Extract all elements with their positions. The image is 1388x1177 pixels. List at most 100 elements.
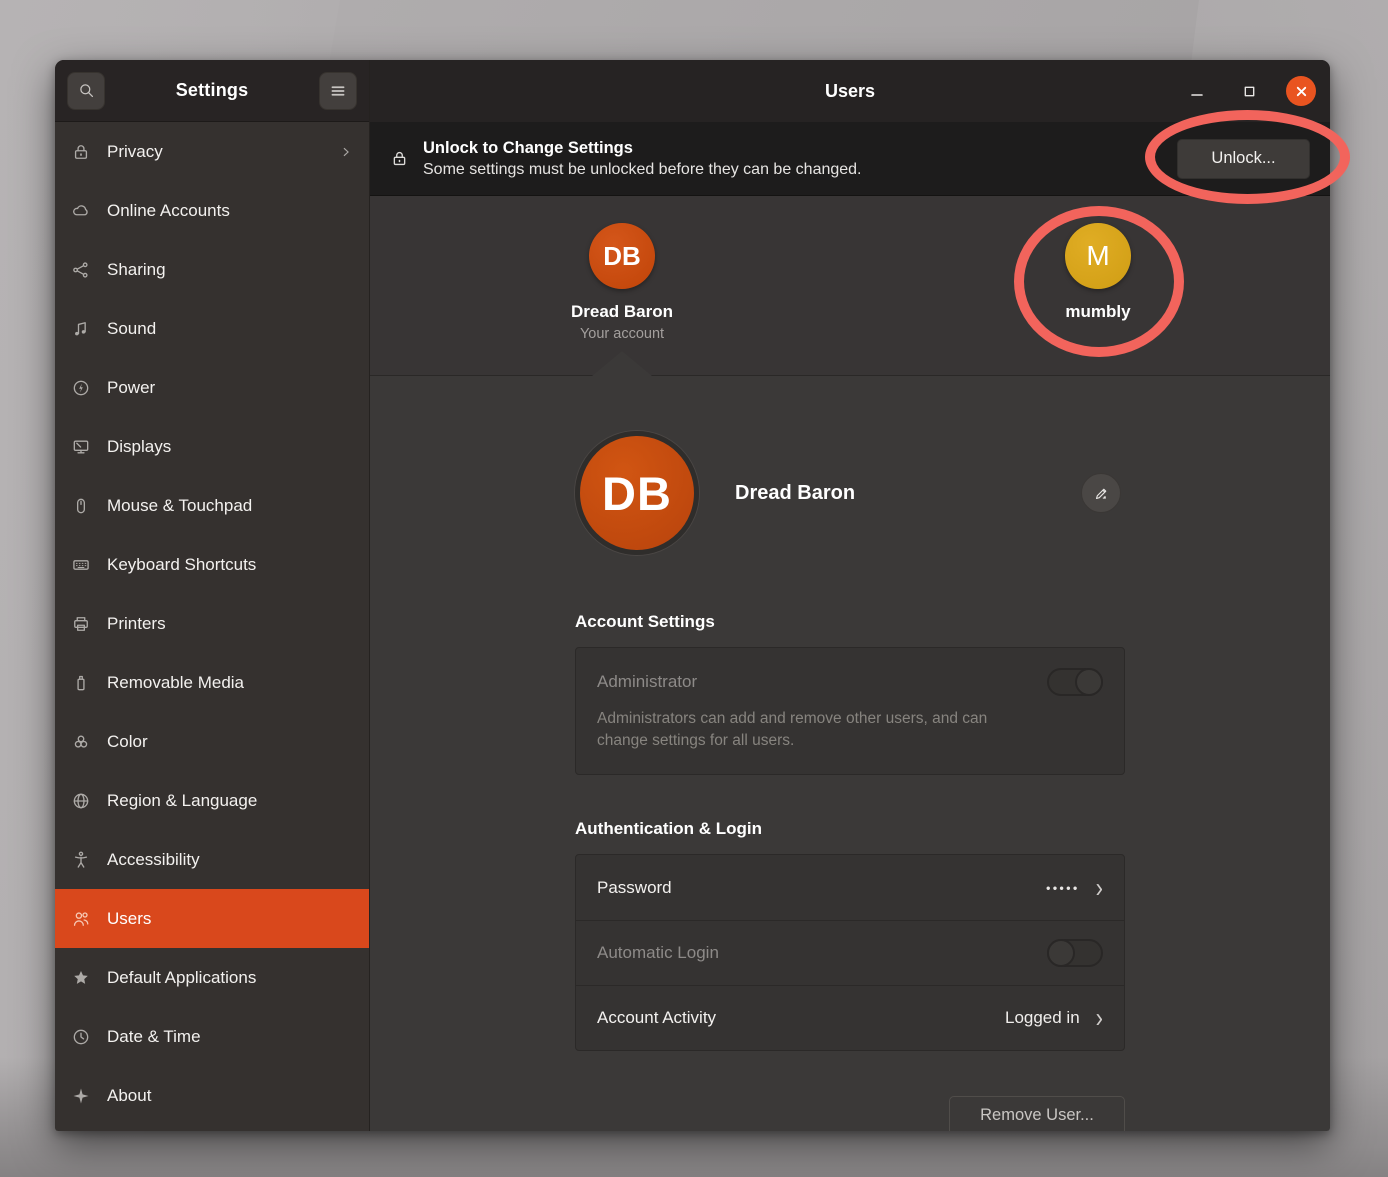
sidebar-item-privacy[interactable]: Privacy [55, 122, 369, 181]
sidebar-item-label: Users [107, 909, 353, 929]
sidebar-item-label: Mouse & Touchpad [107, 496, 353, 516]
accessibility-icon [71, 850, 91, 870]
pencil-icon [1093, 485, 1110, 502]
globe-icon [71, 791, 91, 811]
profile-avatar[interactable]: DB [575, 431, 699, 555]
user-card-dread-baron[interactable]: DB Dread Baron Your account [542, 223, 702, 342]
sidebar-item-label: Accessibility [107, 850, 353, 870]
sidebar-item-removable-media[interactable]: Removable Media [55, 653, 369, 712]
sidebar-item-about[interactable]: About [55, 1066, 369, 1125]
unlock-button[interactable]: Unlock... [1177, 139, 1310, 179]
users-icon [71, 909, 91, 929]
sidebar-item-color[interactable]: Color [55, 712, 369, 771]
sidebar-item-keyboard-shortcuts[interactable]: Keyboard Shortcuts [55, 535, 369, 594]
password-label: Password [597, 878, 1034, 898]
sidebar-item-label: Removable Media [107, 673, 353, 693]
hamburger-icon [329, 82, 347, 100]
chevron-right-icon [339, 145, 353, 159]
lock-icon [71, 142, 91, 162]
user-detail-content: DB Dread Baron Account Settings Administ… [370, 376, 1330, 1131]
sparkle-icon [71, 1086, 91, 1106]
unlock-banner: Unlock to Change Settings Some settings … [370, 122, 1330, 196]
sidebar-item-label: About [107, 1086, 353, 1106]
sidebar-item-label: Date & Time [107, 1027, 353, 1047]
cloud-icon [71, 201, 91, 221]
power-icon [71, 378, 91, 398]
password-value: ••••• [1046, 881, 1080, 895]
administrator-description: Administrators can add and remove other … [597, 708, 1027, 752]
settings-window: Settings Privacy Online Accounts Sharing [55, 60, 1330, 1131]
close-button[interactable] [1286, 76, 1316, 106]
account-activity-value: Logged in [1005, 1008, 1080, 1028]
search-button[interactable] [67, 72, 105, 110]
sidebar-item-label: Privacy [107, 142, 323, 162]
sidebar: Settings Privacy Online Accounts Sharing [55, 60, 370, 1131]
sidebar-item-label: Online Accounts [107, 201, 353, 221]
titlebar[interactable]: Users [370, 60, 1330, 122]
sidebar-item-accessibility[interactable]: Accessibility [55, 830, 369, 889]
sidebar-item-label: Region & Language [107, 791, 353, 811]
chevron-right-icon: › [1096, 1004, 1103, 1032]
sidebar-item-label: Color [107, 732, 353, 752]
user-card-mumbly[interactable]: M mumbly [1018, 223, 1178, 322]
edit-name-button[interactable] [1081, 473, 1121, 513]
sidebar-item-date-time[interactable]: Date & Time [55, 1007, 369, 1066]
selected-user-pointer [592, 351, 652, 376]
minimize-button[interactable] [1182, 76, 1212, 106]
sidebar-item-label: Default Applications [107, 968, 353, 988]
sidebar-item-sharing[interactable]: Sharing [55, 240, 369, 299]
keyboard-icon [71, 555, 91, 575]
account-settings-card: Administrator Administrators can add and… [575, 647, 1125, 775]
administrator-toggle[interactable] [1047, 668, 1103, 696]
main-panel: Users Unlock to Change Settings Some set… [370, 60, 1330, 1131]
sidebar-item-sound[interactable]: Sound [55, 299, 369, 358]
sidebar-title: Settings [176, 80, 249, 101]
sidebar-item-online-accounts[interactable]: Online Accounts [55, 181, 369, 240]
auth-login-card: Password ••••• › Automatic Login Account… [575, 854, 1125, 1051]
printer-icon [71, 614, 91, 634]
usb-icon [71, 673, 91, 693]
automatic-login-label: Automatic Login [597, 943, 1035, 963]
window-controls [1182, 76, 1316, 106]
sidebar-item-mouse-touchpad[interactable]: Mouse & Touchpad [55, 476, 369, 535]
user-selector-strip: DB Dread Baron Your account M mumbly [370, 196, 1330, 376]
profile-row: DB Dread Baron [575, 431, 1125, 555]
password-row[interactable]: Password ••••• › [576, 855, 1124, 920]
sidebar-item-label: Sound [107, 319, 353, 339]
sidebar-item-power[interactable]: Power [55, 358, 369, 417]
automatic-login-row: Automatic Login [576, 920, 1124, 985]
avatar: DB [589, 223, 655, 289]
maximize-icon [1243, 85, 1256, 98]
footer-row: Remove User... [575, 1096, 1125, 1131]
auth-login-heading: Authentication & Login [575, 819, 1125, 839]
menu-button[interactable] [319, 72, 357, 110]
unlock-banner-title: Unlock to Change Settings [423, 139, 1163, 158]
display-icon [71, 437, 91, 457]
chevron-right-icon: › [1096, 874, 1103, 902]
sidebar-item-label: Displays [107, 437, 353, 457]
color-circles-icon [71, 732, 91, 752]
minimize-icon [1190, 84, 1204, 98]
star-icon [71, 968, 91, 988]
remove-user-button[interactable]: Remove User... [949, 1096, 1125, 1131]
sidebar-item-users[interactable]: Users [55, 889, 369, 948]
administrator-row: Administrator Administrators can add and… [576, 648, 1124, 774]
search-icon [77, 81, 96, 100]
music-note-icon [71, 319, 91, 339]
sidebar-item-region-language[interactable]: Region & Language [55, 771, 369, 830]
account-activity-label: Account Activity [597, 1008, 993, 1028]
sidebar-item-label: Sharing [107, 260, 353, 280]
sidebar-item-displays[interactable]: Displays [55, 417, 369, 476]
avatar: M [1065, 223, 1131, 289]
account-activity-row[interactable]: Account Activity Logged in › [576, 985, 1124, 1050]
sidebar-item-default-applications[interactable]: Default Applications [55, 948, 369, 1007]
unlock-banner-subtitle: Some settings must be unlocked before th… [423, 161, 1163, 179]
maximize-button[interactable] [1234, 76, 1264, 106]
sidebar-item-label: Printers [107, 614, 353, 634]
sidebar-item-label: Keyboard Shortcuts [107, 555, 353, 575]
sidebar-item-printers[interactable]: Printers [55, 594, 369, 653]
sidebar-list: Privacy Online Accounts Sharing Sound Po… [55, 122, 369, 1131]
user-name: Dread Baron [571, 302, 673, 322]
automatic-login-toggle[interactable] [1047, 939, 1103, 967]
lock-icon [390, 149, 409, 168]
